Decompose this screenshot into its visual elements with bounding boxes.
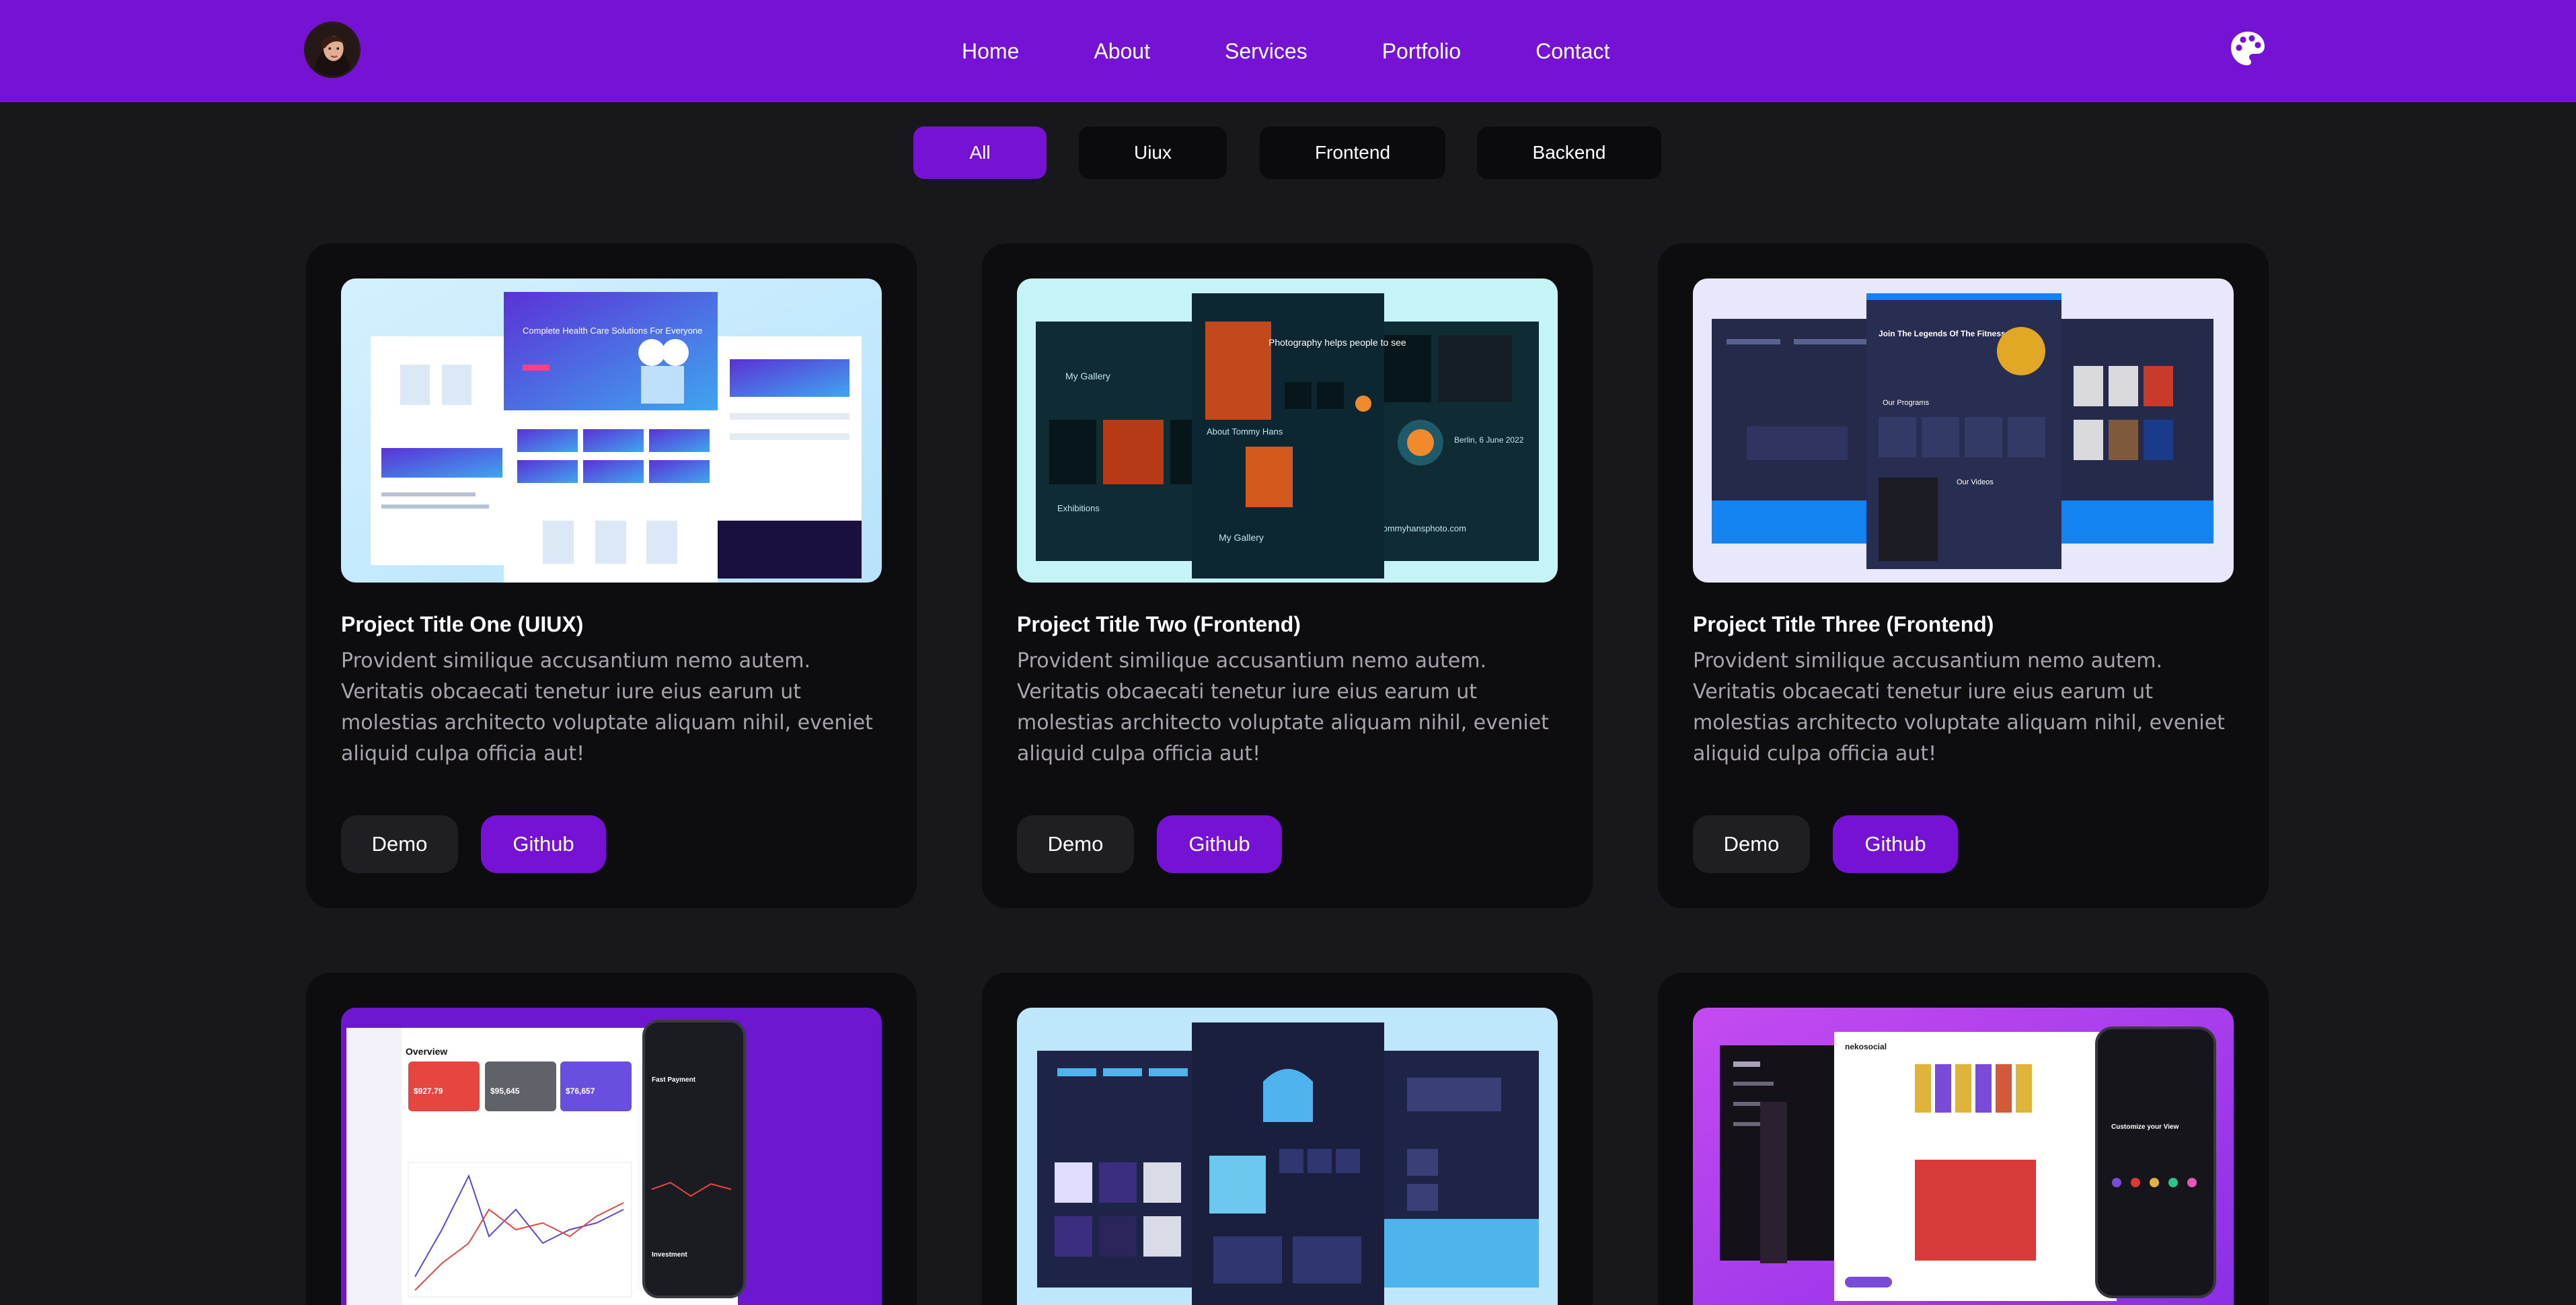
preview-amount-1: $927.79 xyxy=(414,1086,443,1096)
preview-heading: Photography helps people to see xyxy=(1268,337,1406,348)
preview-customize: Customize your View xyxy=(2111,1123,2179,1131)
preview-exhibitions: Exhibitions xyxy=(1057,503,1100,513)
nav-about[interactable]: About xyxy=(1094,39,1150,64)
project-title: Project Title One (UIUX) xyxy=(341,612,584,636)
preview-amount-3: $76,657 xyxy=(566,1086,595,1096)
project-card: Complete Health Care Solutions For Every… xyxy=(306,244,917,908)
github-button[interactable]: Github xyxy=(1833,815,1958,873)
preview-programs: Our Programs xyxy=(1883,399,1930,407)
project-title: Project Title Three (Frontend) xyxy=(1693,612,1994,636)
project-thumbnail[interactable]: Join The Legends Of The Fitness World Ou… xyxy=(1693,278,2234,583)
project-title: Project Title Two (Frontend) xyxy=(1017,612,1301,636)
filter-all[interactable]: All xyxy=(913,126,1047,179)
filter-uiux[interactable]: Uiux xyxy=(1079,126,1227,179)
project-thumbnail[interactable]: nekosocial Customize your View xyxy=(1693,1008,2234,1305)
preview-brand: nekosocial xyxy=(1845,1042,1887,1051)
project-thumbnail[interactable]: My Gallery Exhibitions Berlin, 6 June 20… xyxy=(1017,278,1558,583)
project-description: Provident similique accusantium nemo aut… xyxy=(1693,649,2225,766)
preview-about: About Tommy Hans xyxy=(1207,426,1283,437)
project-card: Overview $927.79 $95,645 $76,657 Fast Pa… xyxy=(306,973,917,1305)
project-card: nekosocial Customize your View xyxy=(1658,973,2269,1305)
project-card: My Gallery Exhibitions Berlin, 6 June 20… xyxy=(982,244,1593,908)
project-thumbnail[interactable]: Overview $927.79 $95,645 $76,657 Fast Pa… xyxy=(341,1008,882,1305)
nav-home[interactable]: Home xyxy=(962,39,1019,64)
preview-date: Berlin, 6 June 2022 xyxy=(1454,435,1524,445)
preview-gallery: My Gallery xyxy=(1065,371,1110,381)
preview-amount-2: $95,645 xyxy=(490,1086,520,1096)
nav-contact[interactable]: Contact xyxy=(1536,39,1609,64)
demo-button[interactable]: Demo xyxy=(341,815,458,873)
filter-backend[interactable]: Backend xyxy=(1477,126,1661,179)
navbar: Home About Services Portfolio Contact xyxy=(0,0,2576,102)
preview-gallery-2: My Gallery xyxy=(1219,532,1264,543)
demo-button[interactable]: Demo xyxy=(1017,815,1134,873)
project-card xyxy=(982,973,1593,1305)
github-button[interactable]: Github xyxy=(1157,815,1282,873)
project-filters: All Uiux Frontend Backend xyxy=(0,126,2576,179)
palette-icon[interactable] xyxy=(2229,30,2267,67)
preview-site: tommyhansphoto.com xyxy=(1380,523,1466,533)
nav-services[interactable]: Services xyxy=(1225,39,1308,64)
preview-overview: Overview xyxy=(406,1046,447,1057)
nav-portfolio[interactable]: Portfolio xyxy=(1382,39,1461,64)
project-thumbnail[interactable] xyxy=(1017,1008,1558,1305)
project-description: Provident similique accusantium nemo aut… xyxy=(1017,649,1549,766)
project-thumbnail[interactable]: Complete Health Care Solutions For Every… xyxy=(341,278,882,583)
filter-frontend[interactable]: Frontend xyxy=(1260,126,1445,179)
profile-avatar[interactable] xyxy=(304,22,361,78)
demo-button[interactable]: Demo xyxy=(1693,815,1810,873)
main-nav: Home About Services Portfolio Contact xyxy=(962,0,1609,102)
preview-investment: Investment xyxy=(652,1251,687,1259)
project-card: Join The Legends Of The Fitness World Ou… xyxy=(1658,244,2269,908)
project-description: Provident similique accusantium nemo aut… xyxy=(341,649,873,766)
preview-payment: Fast Payment xyxy=(652,1076,696,1084)
preview-videos: Our Videos xyxy=(1957,478,1994,486)
preview-heading: Complete Health Care Solutions For Every… xyxy=(523,326,702,336)
github-button[interactable]: Github xyxy=(481,815,606,873)
